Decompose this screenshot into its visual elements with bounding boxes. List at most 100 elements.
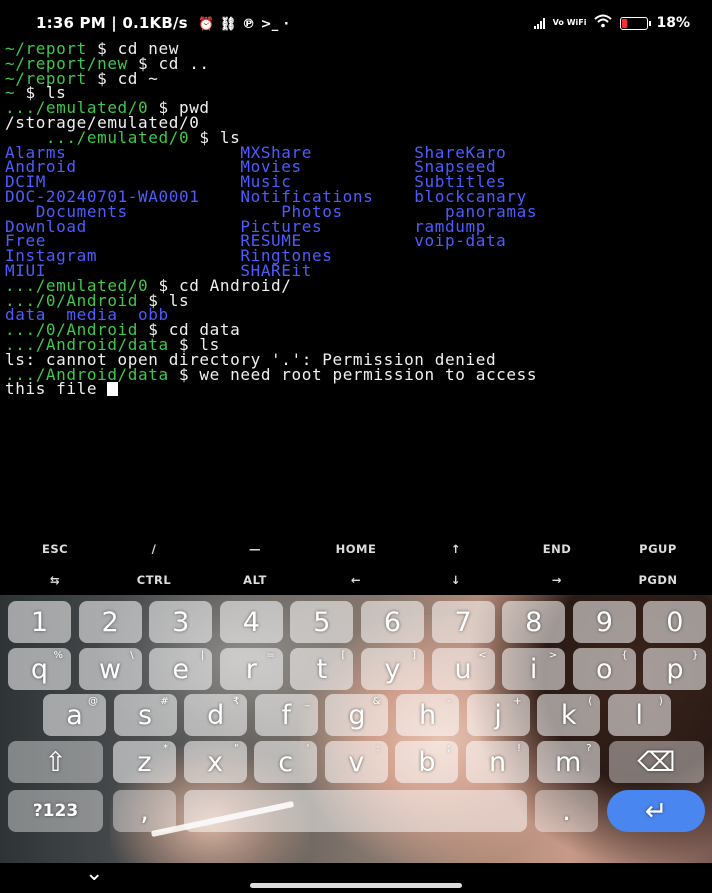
ctrl-key[interactable]: CTRL (137, 573, 171, 587)
tab-key[interactable]: ⇆ (50, 573, 60, 587)
vowifi-label: Vo WiFi (552, 18, 587, 27)
key-3[interactable]: 3 (149, 601, 213, 643)
key-z-hint: * (163, 743, 168, 754)
key-g-hint: & (372, 696, 381, 707)
key-1[interactable]: 1 (8, 601, 71, 643)
key-w[interactable]: w \ (78, 648, 142, 690)
period-key[interactable]: . (535, 790, 598, 832)
symbols-key[interactable]: ?123 (8, 790, 103, 832)
dash-key[interactable]: — (249, 542, 261, 556)
key-i[interactable]: i > (502, 648, 566, 690)
key-p-label: p (666, 653, 684, 685)
key-o[interactable]: o{ (572, 648, 636, 690)
terminal-text: this file (5, 379, 108, 399)
key-r[interactable]: r = (219, 648, 283, 690)
key-t-label: t (316, 653, 328, 685)
key-u-hint: < (478, 650, 487, 661)
key-r-label: r (245, 653, 257, 685)
esc-key[interactable]: ESC (42, 542, 68, 556)
key-z-label: z (137, 746, 152, 778)
home-key[interactable]: HOME (336, 542, 377, 556)
key-t[interactable]: t[ (290, 648, 354, 690)
key-i-hint: > (548, 650, 558, 661)
key-z[interactable]: z * (113, 741, 176, 783)
key-8-label: 8 (525, 606, 543, 638)
battery-icon (620, 16, 652, 30)
key-j-hint: + (513, 696, 522, 707)
key-h[interactable]: h- (396, 694, 459, 736)
end-key[interactable]: END (543, 542, 572, 556)
key-8[interactable]: 8 (502, 601, 566, 643)
key-7[interactable]: 7 (431, 601, 495, 643)
alarm-icon: ⏰ (193, 17, 215, 32)
down-arrow-key[interactable]: ↓ (451, 573, 461, 587)
key-f-hint: _ (304, 696, 310, 707)
enter-key[interactable]: ↵ (607, 790, 705, 832)
pgup-key[interactable]: PGUP (639, 542, 677, 556)
key-b[interactable]: b; (395, 741, 459, 783)
key-q[interactable]: q% (8, 648, 71, 690)
key-c-label: c (278, 746, 294, 778)
key-u-label: u (454, 653, 472, 685)
key-d-hint: ₹ (232, 696, 240, 707)
dot-icon: · (283, 17, 289, 32)
key-t-hint: [ (341, 650, 346, 661)
key-a[interactable]: a @ (43, 694, 106, 736)
key-g[interactable]: g & (325, 694, 389, 736)
key-0[interactable]: 0 (643, 601, 707, 643)
space-bar[interactable] (184, 790, 527, 832)
enter-key-label: ↵ (644, 795, 668, 827)
key-q-label: q (30, 653, 49, 685)
key-p[interactable]: p} (643, 648, 707, 690)
slash-key[interactable]: / (152, 542, 157, 556)
key-k-hint: ( (588, 696, 593, 707)
key-l[interactable]: l) (607, 694, 671, 736)
key-s[interactable]: s # (113, 694, 177, 736)
key-x[interactable]: x " (183, 741, 247, 783)
key-v[interactable]: v: (324, 741, 388, 783)
pgdn-key[interactable]: PGDN (638, 573, 677, 587)
terminal-cursor (107, 382, 119, 397)
key-u[interactable]: u < (431, 648, 495, 690)
key-n[interactable]: n! (466, 741, 529, 783)
left-arrow-key[interactable]: ← (351, 573, 361, 587)
key-k[interactable]: k( (537, 694, 601, 736)
right-arrow-key[interactable]: → (552, 573, 562, 587)
key-c-hint: ' (306, 743, 310, 754)
wifi-icon (594, 14, 613, 32)
key-2[interactable]: 2 (78, 601, 142, 643)
key-4[interactable]: 4 (219, 601, 283, 643)
up-arrow-key[interactable]: ↑ (451, 542, 461, 556)
comma-key[interactable]: , (113, 790, 176, 832)
key-6[interactable]: 6 (361, 601, 424, 643)
shift-key[interactable]: ⇧ (8, 741, 103, 783)
key-p-hint: } (692, 650, 699, 661)
key-h-label: h (418, 699, 437, 731)
alt-key[interactable]: ALT (243, 573, 267, 587)
key-l-label: l (635, 699, 644, 731)
key-c[interactable]: c ' (254, 741, 318, 783)
key-v-label: v (348, 746, 365, 778)
key-f-label: f (281, 699, 292, 731)
key-d[interactable]: d ₹ (184, 694, 248, 736)
key-e[interactable]: e | (149, 648, 213, 690)
key-5[interactable]: 5 (290, 601, 354, 643)
key-m-hint: ? (586, 743, 592, 754)
comma-key-label: , (140, 795, 149, 827)
key-m[interactable]: m? (536, 741, 600, 783)
key-o-hint: { (621, 650, 628, 661)
key-h-hint: - (447, 696, 451, 707)
terminal-output[interactable]: ~/report $ cd new ~/report/new $ cd .. ~/r… (5, 41, 710, 399)
key-w-label: w (99, 653, 122, 685)
key-j[interactable]: j + (466, 694, 530, 736)
home-gesture-pill[interactable] (250, 883, 462, 888)
hide-keyboard-chevron-icon[interactable]: ⌄ (85, 861, 103, 886)
key-i-label: i (529, 653, 538, 685)
key-6-label: 6 (383, 606, 402, 638)
key-j-label: j (494, 699, 502, 731)
backspace-key[interactable]: ⌫ (609, 741, 704, 783)
key-9[interactable]: 9 (572, 601, 636, 643)
key-y[interactable]: y] (361, 648, 424, 690)
key-f[interactable]: f _ (254, 694, 318, 736)
key-d-label: d (207, 699, 225, 731)
